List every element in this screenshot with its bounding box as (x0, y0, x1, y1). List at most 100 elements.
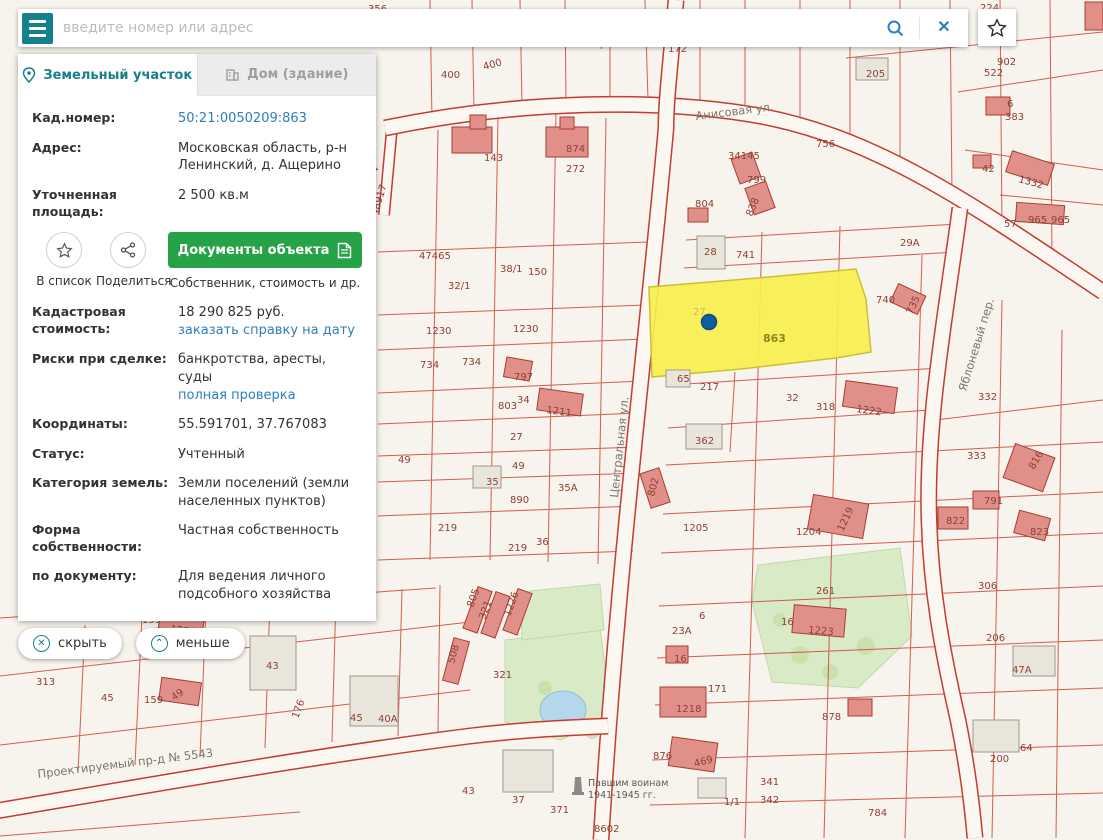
parcel-number: 6 (1007, 99, 1013, 110)
tab-building-label: Дом (здание) (247, 67, 348, 82)
parcel-number: 371 (550, 805, 569, 816)
parcel-number: 863 (763, 332, 786, 345)
by-document-row: по документу: Для ведения личного подсоб… (32, 568, 362, 603)
close-circle-icon: ✕ (33, 635, 50, 652)
address-label: Адрес: (32, 140, 178, 175)
less-label: меньше (176, 636, 230, 651)
share-button[interactable]: Поделиться (96, 232, 160, 288)
parcel-number: 29A (900, 238, 920, 249)
parcel-number: 16 (674, 654, 687, 665)
parcel-number: 306 (978, 581, 997, 592)
chevron-up-circle-icon: ⌃ (151, 635, 168, 652)
parcel-number: 43 (266, 661, 279, 672)
memorial-label-line1: Павшим воинам (588, 778, 668, 789)
parcel-number: 1/1 (724, 797, 740, 808)
parcel-number: 333 (967, 451, 986, 462)
parcel-number: 1204 (796, 527, 821, 538)
parcel-number: 23A (672, 626, 692, 637)
parcel-number: 791 (984, 496, 1003, 507)
cad-number-link[interactable]: 50:21:0050209:863 (178, 110, 307, 128)
land-category-label: Категория земель: (32, 475, 178, 510)
cad-number-label: Кад.номер: (32, 110, 178, 128)
parcel-number: 799 (747, 175, 766, 186)
parcel-number: 45 (350, 713, 363, 724)
coordinates-value: 55.591701, 37.767083 (178, 416, 362, 434)
parcel-number: 159 (144, 695, 163, 706)
parcel-number: 45 (101, 693, 114, 704)
parcel-number: 874 (566, 144, 585, 155)
ownership-row: Форма собственности: Частная собственнос… (32, 522, 362, 556)
tab-building[interactable]: Дом (здание) (197, 54, 377, 96)
parcel-number: 27 (510, 432, 523, 443)
add-to-list-button[interactable]: В список (32, 232, 96, 288)
parcel-number: 34145 (728, 151, 760, 162)
parcel-number: 876 (653, 751, 672, 762)
parcel-number: 1223 (808, 625, 834, 638)
parcel-number: 734 (462, 357, 481, 368)
parcel-number: 341 (760, 777, 779, 788)
hide-panel-button[interactable]: ✕ скрыть (18, 628, 122, 659)
tab-land-parcel-label: Земельный участок (43, 68, 192, 83)
parcel-number: 49 (398, 455, 411, 466)
parcel-number: 40A (378, 714, 398, 725)
address-row: Адрес: Московская область, р-н Ленинский… (32, 140, 362, 175)
cadastral-cost-row: Кадастровая стоимость: 18 290 825 руб. з… (32, 304, 362, 339)
parcel-number: 36 (536, 537, 549, 548)
order-certificate-link[interactable]: заказать справку на дату (178, 322, 355, 340)
coordinates-row: Координаты: 55.591701, 37.767083 (32, 416, 362, 434)
parcel-number: 1218 (676, 704, 701, 715)
parcel-number: 803 (498, 401, 517, 412)
parcel-number: 206 (986, 633, 1005, 644)
parcel-number: 34 (517, 395, 530, 406)
parcel-number: 57 (1004, 219, 1017, 230)
parcel-number: 965 (1028, 215, 1047, 226)
parcel-number: 47A (1012, 665, 1032, 676)
parcel-number: 8602 (594, 824, 619, 835)
parcel-number: 150 (528, 267, 547, 278)
object-documents-button[interactable]: Документы объекта (168, 232, 362, 268)
divider (919, 17, 920, 39)
parcel-number: 332 (978, 392, 997, 403)
object-documents-label: Документы объекта (178, 243, 330, 258)
parcel-number: 35A (558, 483, 578, 494)
memorial-label-line2: 1941-1945 гг. (588, 790, 656, 801)
parcel-number: 321 (493, 670, 512, 681)
parcel-number: 383 (1005, 112, 1024, 123)
parcel-number: 35 (486, 477, 499, 488)
building-icon (225, 67, 240, 82)
parcel-number: 878 (822, 712, 841, 723)
search-icon[interactable] (881, 14, 909, 42)
cadastral-map-app: Павшим воинам 1941-1945 гг. Анисовая ул.… (0, 0, 1103, 840)
parcel-number: 43 (462, 786, 475, 797)
tab-land-parcel[interactable]: Земельный участок (18, 54, 197, 96)
by-document-value: Для ведения личного подсобного хозяйства (178, 568, 362, 603)
info-panel: Земельный участок Дом (здание) Кад.номер… (18, 54, 376, 621)
parcel-number: 205 (866, 69, 885, 80)
parcel-number: 313 (36, 677, 55, 688)
full-check-link[interactable]: полная проверка (178, 387, 296, 405)
parcel-number: 756 (816, 139, 835, 150)
collapse-panel-button[interactable]: ⌃ меньше (136, 628, 245, 659)
favorites-star-button[interactable] (978, 9, 1016, 46)
area-label: Уточненная площадь: (32, 187, 178, 221)
parcel-number: 32 (786, 393, 799, 404)
parcel-number: 16 (781, 617, 794, 628)
panel-footer-buttons: ✕ скрыть ⌃ меньше (18, 628, 376, 659)
parcel-number: 171 (708, 684, 727, 695)
parcel-number: 1205 (683, 523, 708, 534)
search-input[interactable] (63, 20, 871, 36)
parcel-number: 28 (704, 247, 717, 258)
search-bar: ✕ (18, 9, 968, 47)
cad-number-row: Кад.номер: 50:21:0050209:863 (32, 110, 362, 128)
parcel-number: 902 (997, 57, 1016, 68)
area-row: Уточненная площадь: 2 500 кв.м (32, 187, 362, 221)
clear-search-icon[interactable]: ✕ (930, 14, 958, 42)
share-icon (120, 242, 136, 258)
menu-button[interactable] (22, 13, 53, 44)
parcel-number: 38/1 (500, 264, 522, 275)
parcel-number: 522 (984, 68, 1003, 79)
parcel-number: 272 (566, 164, 585, 175)
hide-label: скрыть (58, 636, 107, 651)
parcel-number: 784 (868, 808, 887, 819)
parcel-number: 64 (1020, 743, 1033, 754)
